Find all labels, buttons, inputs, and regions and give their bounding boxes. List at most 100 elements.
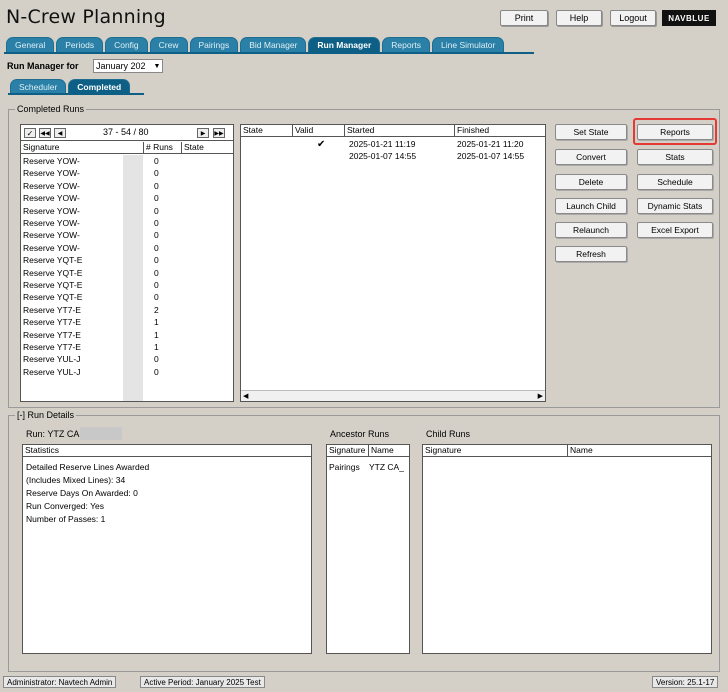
col-signature[interactable]: Signature — [21, 142, 144, 154]
run-row[interactable]: ✔ 2025-01-21 11:19 2025-01-21 11:20 — [241, 139, 545, 151]
list-item[interactable]: Reserve YQT-E 0 — [21, 268, 233, 280]
help-button[interactable]: Help — [556, 10, 602, 26]
list-item-runs: 0 — [154, 292, 159, 303]
col-ancestor-name[interactable]: Name — [369, 445, 409, 457]
col-state[interactable]: State — [182, 142, 233, 154]
col-run-state[interactable]: State — [241, 125, 293, 137]
statistics-panel: Statistics Detailed Reserve Lines Awarde… — [22, 444, 312, 654]
list-item-runs: 2 — [154, 304, 159, 315]
ancestor-row[interactable]: Pairings YTZ CA_ — [327, 462, 409, 474]
pager-text: 37 - 54 / 80 — [103, 127, 149, 137]
list-item-runs: 0 — [154, 354, 159, 365]
scroll-left-icon[interactable]: ◀ — [243, 392, 248, 400]
list-item[interactable]: Reserve YOW- 0 — [21, 156, 233, 168]
list-item-signature: Reserve YT7-E — [23, 317, 81, 328]
child-runs-title: Child Runs — [426, 429, 471, 439]
list-item-runs: 0 — [154, 242, 159, 253]
run-label: Run: YTZ CA — [26, 429, 80, 439]
tab-periods[interactable]: Periods — [56, 37, 104, 52]
set-state-button[interactable]: Set State — [555, 124, 627, 140]
tab-pairings[interactable]: Pairings — [189, 37, 239, 52]
dynamic-stats-button[interactable]: Dynamic Stats — [637, 198, 713, 214]
tab-general[interactable]: General — [6, 37, 55, 52]
stat-line: Detailed Reserve Lines Awarded — [26, 462, 150, 472]
next-page-icon[interactable]: ▶ — [197, 128, 209, 138]
col-child-name[interactable]: Name — [568, 445, 711, 457]
list-item[interactable]: Reserve YQT-E 0 — [21, 255, 233, 267]
col-valid[interactable]: Valid — [293, 125, 345, 137]
tab-crew[interactable]: Crew — [149, 37, 188, 52]
last-page-icon[interactable]: ▶▶ — [213, 128, 225, 138]
tab-line-simulator[interactable]: Line Simulator — [432, 37, 505, 52]
ancestor-signature: Pairings — [329, 462, 360, 472]
col-runs[interactable]: # Runs — [144, 142, 182, 154]
list-item[interactable]: Reserve YT7-E 1 — [21, 342, 233, 354]
list-item[interactable]: Reserve YOW- 0 — [21, 218, 233, 230]
list-item-signature: Reserve YUL-J — [23, 354, 81, 365]
list-item[interactable]: Reserve YOW- 0 — [21, 206, 233, 218]
list-item[interactable]: Reserve YT7-E 1 — [21, 317, 233, 329]
signature-list-panel: ✓ ◀◀ ◀ 37 - 54 / 80 ▶ ▶▶ Signature # Run… — [20, 124, 234, 402]
list-item-runs: 0 — [154, 180, 159, 191]
list-item[interactable]: Reserve YUL-J 0 — [21, 367, 233, 379]
horizontal-scrollbar[interactable]: ◀ ▶ — [241, 390, 545, 401]
run-finished: 2025-01-21 11:20 — [457, 139, 524, 149]
list-item-signature: Reserve YQT-E — [23, 292, 83, 303]
col-ancestor-signature[interactable]: Signature — [327, 445, 369, 457]
col-started[interactable]: Started — [345, 125, 455, 137]
completed-runs-legend: Completed Runs — [17, 104, 85, 114]
schedule-button[interactable]: Schedule — [637, 174, 713, 190]
relaunch-button[interactable]: Relaunch — [555, 222, 627, 238]
prev-page-icon[interactable]: ◀ — [54, 128, 66, 138]
list-item[interactable]: Reserve YOW- 0 — [21, 181, 233, 193]
delete-button[interactable]: Delete — [555, 174, 627, 190]
stats-button[interactable]: Stats — [637, 149, 713, 165]
list-item[interactable]: Reserve YOW- 0 — [21, 243, 233, 255]
list-item[interactable]: Reserve YOW- 0 — [21, 230, 233, 242]
list-item-runs: 1 — [154, 329, 159, 340]
child-runs-panel: Signature Name — [422, 444, 712, 654]
ancestor-name: YTZ CA_ — [369, 462, 404, 472]
tab-reports[interactable]: Reports — [382, 37, 431, 52]
print-button[interactable]: Print — [500, 10, 548, 26]
stat-line: Run Converged: Yes — [26, 501, 104, 511]
navblue-logo: NAVBLUE — [662, 10, 716, 26]
col-child-signature[interactable]: Signature — [423, 445, 568, 457]
period-select[interactable]: January 202 ▼ — [93, 59, 163, 73]
run-row[interactable]: 2025-01-07 14:55 2025-01-07 14:55 — [241, 151, 545, 163]
reports-highlight-box — [633, 118, 717, 145]
convert-button[interactable]: Convert — [555, 149, 627, 165]
logout-button[interactable]: Logout — [610, 10, 656, 26]
subtab-scheduler[interactable]: Scheduler — [10, 79, 67, 94]
chevron-down-icon: ▼ — [153, 62, 161, 70]
subtab-completed[interactable]: Completed — [68, 79, 131, 94]
tab-config[interactable]: Config — [105, 37, 148, 52]
first-page-icon[interactable]: ◀◀ — [39, 128, 51, 138]
tab-bid-manager[interactable]: Bid Manager — [240, 37, 307, 52]
valid-check-icon: ✔ — [317, 139, 326, 150]
select-all-checkbox[interactable]: ✓ — [24, 128, 36, 138]
run-manager-label: Run Manager for — [7, 61, 79, 71]
list-item[interactable]: Reserve YQT-E 0 — [21, 292, 233, 304]
list-item[interactable]: Reserve YOW- 0 — [21, 168, 233, 180]
list-item[interactable]: Reserve YOW- 0 — [21, 193, 233, 205]
refresh-button[interactable]: Refresh — [555, 246, 627, 262]
list-item-signature: Reserve YOW- — [23, 242, 80, 253]
launch-child-button[interactable]: Launch Child — [555, 198, 627, 214]
list-item-runs: 0 — [154, 255, 159, 266]
app-title: N-Crew Planning — [6, 6, 166, 28]
list-item-signature: Reserve YOW- — [23, 168, 80, 179]
col-finished[interactable]: Finished — [455, 125, 545, 137]
list-item[interactable]: Reserve YT7-E 2 — [21, 305, 233, 317]
run-details-legend[interactable]: [-] Run Details — [15, 410, 76, 420]
list-item[interactable]: Reserve YUL-J 0 — [21, 354, 233, 366]
scroll-right-icon[interactable]: ▶ — [538, 392, 543, 400]
list-item[interactable]: Reserve YQT-E 0 — [21, 280, 233, 292]
list-item-runs: 1 — [154, 342, 159, 352]
tab-run-manager[interactable]: Run Manager — [308, 37, 381, 52]
list-item-runs: 0 — [154, 218, 159, 228]
excel-export-button[interactable]: Excel Export — [637, 222, 713, 238]
list-item-signature: Reserve YOW- — [23, 156, 80, 166]
list-item[interactable]: Reserve YT7-E 1 — [21, 330, 233, 342]
main-tab-bar: General Periods Config Crew Pairings Bid… — [6, 37, 506, 52]
